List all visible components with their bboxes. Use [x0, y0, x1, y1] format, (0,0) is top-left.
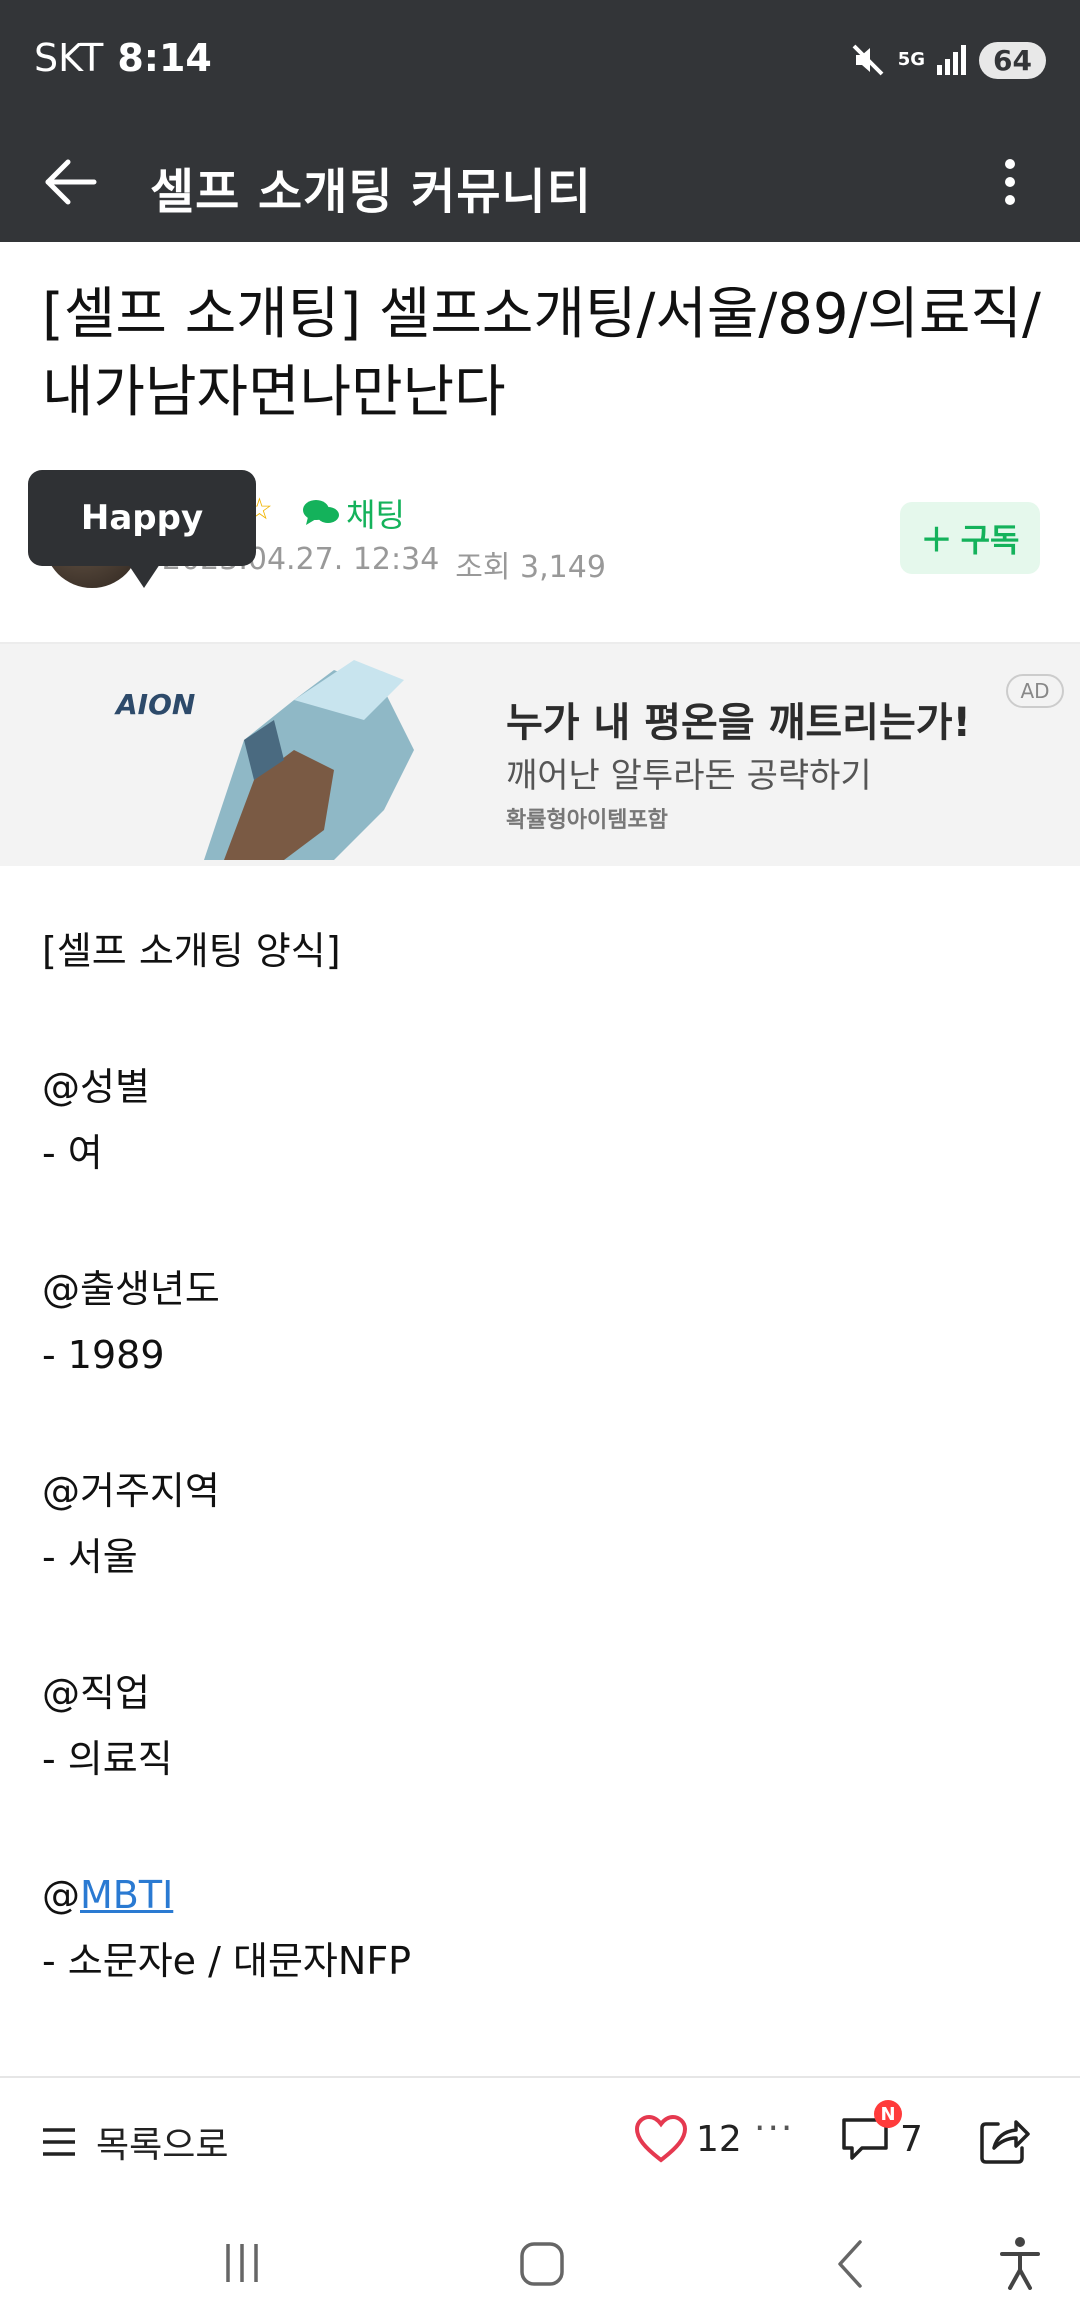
new-comment-badge: N	[874, 2100, 902, 2128]
subscribe-label: 구독	[960, 521, 1020, 559]
comment-button[interactable]: N 7	[838, 2100, 923, 2164]
gender-label: @성별	[42, 1065, 150, 1109]
bottom-bar: 목록으로 12 ··· N 7	[0, 2078, 1080, 2210]
back-to-list-button[interactable]: 목록으로	[40, 2116, 228, 2168]
like-count: 12	[696, 2118, 742, 2160]
ad-note: 확률형아이템포함	[506, 808, 668, 833]
share-button[interactable]	[976, 2112, 1032, 2168]
back-button[interactable]	[38, 150, 102, 214]
like-button[interactable]: 12	[634, 2114, 742, 2164]
job-label: @직업	[42, 1671, 150, 1715]
ad-badge[interactable]: AD	[1006, 674, 1064, 708]
ad-banner[interactable]: AION 누가 내 평온을 깨트리는가! 깨어난 알투라돈 공략하기 확률형아이…	[0, 644, 1080, 866]
arrow-left-icon	[45, 159, 97, 205]
form-title: [셀프 소개팅 양식]	[42, 929, 341, 973]
battery-icon: 64	[979, 41, 1046, 79]
clock: 8:14	[117, 36, 212, 80]
subscribe-button[interactable]: ＋ 구독	[900, 502, 1040, 574]
back-chevron-icon	[838, 2240, 862, 2288]
job-value: - 의료직	[42, 1737, 173, 1781]
app-title: 셀프 소개팅 커뮤니티	[150, 164, 592, 220]
heart-icon	[634, 2114, 688, 2163]
plus-icon: ＋	[920, 521, 953, 559]
mbti-prefix: @	[42, 1873, 80, 1917]
recent-apps-icon	[226, 2244, 258, 2282]
mute-icon	[848, 40, 888, 80]
app-bar: 셀프 소개팅 커뮤니티	[0, 122, 1080, 242]
menu-icon	[43, 2128, 75, 2156]
post-body: [셀프 소개팅 양식] @성별 - 여 @출생년도 - 1989 @거주지역 -…	[42, 918, 1042, 1994]
comment-count: 7	[900, 2118, 923, 2160]
more-button[interactable]	[978, 150, 1042, 214]
post-views: 조회 3,149	[455, 550, 606, 585]
status-icons: 5G 64	[848, 40, 1046, 80]
chat-icon	[303, 500, 339, 525]
carrier-label: SKT	[34, 36, 104, 80]
signal-icon	[935, 43, 969, 77]
status-bar: SKT 8:14 5G 64	[0, 0, 1080, 122]
post-title: [셀프 소개팅] 셀프소개팅/서울/89/의료직/내가남자면나만난다	[42, 282, 1041, 425]
recent-apps-button[interactable]	[212, 2230, 272, 2290]
birth-value: - 1989	[42, 1333, 165, 1377]
5g-icon: 5G	[897, 49, 926, 70]
more-reactions-button[interactable]: ···	[754, 2108, 794, 2149]
more-vertical-icon	[1005, 159, 1015, 205]
home-button[interactable]	[512, 2230, 572, 2290]
ad-subline: 깨어난 알투라돈 공략하기	[506, 756, 872, 796]
share-icon	[980, 2120, 1030, 2164]
birth-label: @출생년도	[42, 1267, 220, 1311]
mbti-link[interactable]: MBTI	[80, 1873, 173, 1917]
gender-value: - 여	[42, 1131, 103, 1175]
mbti-value: - 소문자e / 대문자NFP	[42, 1939, 412, 1983]
accessibility-button[interactable]	[990, 2230, 1050, 2290]
tooltip-arrow	[128, 564, 160, 588]
list-label: 목록으로	[96, 2125, 229, 2166]
ad-headline: 누가 내 평온을 깨트리는가!	[506, 700, 971, 746]
home-icon	[520, 2242, 564, 2286]
system-nav-bar	[0, 2210, 1080, 2300]
region-value: - 서울	[42, 1535, 138, 1579]
tooltip: Happy	[28, 470, 256, 566]
ad-dragon-image	[204, 660, 414, 860]
region-label: @거주지역	[42, 1469, 220, 1513]
chat-label: 채팅	[346, 496, 405, 534]
mbti-label: @MBTI	[42, 1862, 1042, 1928]
chat-link[interactable]: 채팅	[302, 490, 405, 536]
status-left: SKT 8:14	[34, 36, 212, 80]
accessibility-icon	[1000, 2237, 1040, 2290]
back-nav-button[interactable]	[820, 2230, 880, 2290]
